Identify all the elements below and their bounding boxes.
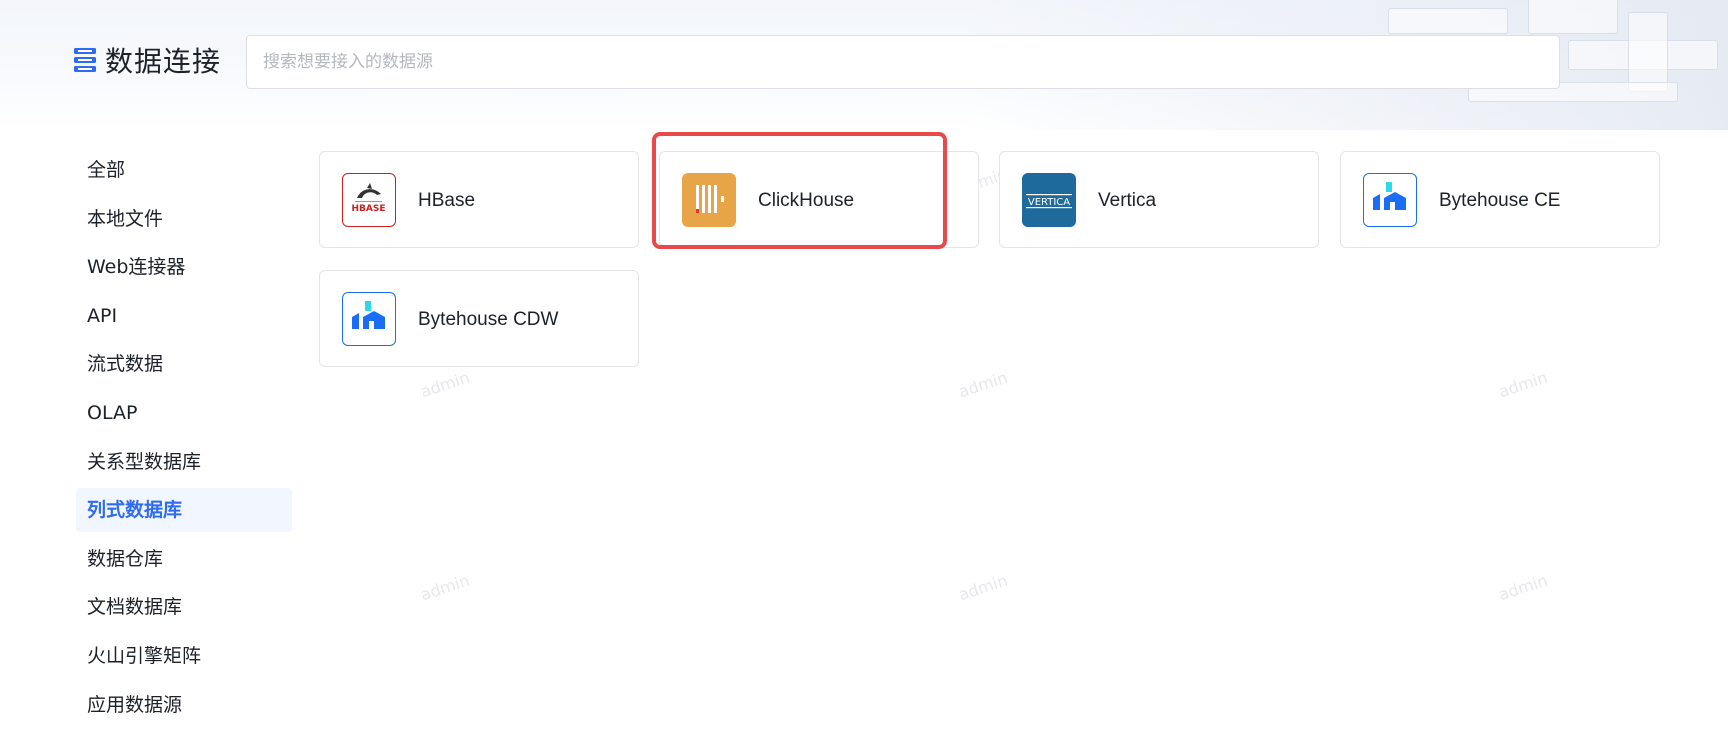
card-label: HBase xyxy=(418,190,476,211)
data-connection-logo-icon xyxy=(74,48,96,72)
sidebar-item-relational-db[interactable]: 关系型数据库 xyxy=(76,440,292,484)
datasource-card-bytehouse-cdw[interactable]: Bytehouse CDW xyxy=(319,270,639,367)
watermark: admin xyxy=(1496,570,1550,605)
sidebar-item-api[interactable]: API xyxy=(76,294,292,338)
datasource-card-clickhouse[interactable]: ClickHouse xyxy=(659,151,979,248)
watermark: admin xyxy=(418,367,472,402)
datasource-card-bytehouse-ce[interactable]: Bytehouse CE xyxy=(1340,151,1660,248)
category-sidebar: 全部 本地文件 Web连接器 API 流式数据 OLAP 关系型数据库 列式数据… xyxy=(76,148,292,731)
card-label: ClickHouse xyxy=(758,190,855,211)
sidebar-item-document-db[interactable]: 文档数据库 xyxy=(76,585,292,629)
card-label: Bytehouse CE xyxy=(1439,190,1561,211)
page-title: 数据连接 xyxy=(105,45,222,78)
sidebar-item-olap[interactable]: OLAP xyxy=(76,391,292,435)
sidebar-item-volcengine-matrix[interactable]: 火山引擎矩阵 xyxy=(76,634,292,678)
sidebar-item-streaming-data[interactable]: 流式数据 xyxy=(76,342,292,386)
sidebar-item-local-files[interactable]: 本地文件 xyxy=(76,197,292,241)
clickhouse-logo-icon xyxy=(682,173,736,227)
hbase-logo-icon: HBASE xyxy=(342,173,396,227)
datasource-card-vertica[interactable]: VERTICA Vertica xyxy=(999,151,1319,248)
sidebar-item-all[interactable]: 全部 xyxy=(76,148,292,192)
vertica-logo-icon: VERTICA xyxy=(1022,173,1076,227)
card-label: Vertica xyxy=(1098,190,1157,211)
bytehouse-logo-icon xyxy=(1363,173,1417,227)
svg-text:HBASE: HBASE xyxy=(352,204,386,214)
search-input[interactable] xyxy=(246,35,1560,89)
watermark: admin xyxy=(418,570,472,605)
datasource-card-hbase[interactable]: HBASE HBase xyxy=(319,151,639,248)
card-label: Bytehouse CDW xyxy=(418,309,559,330)
sidebar-item-data-warehouse[interactable]: 数据仓库 xyxy=(76,537,292,581)
watermark: admin xyxy=(1496,367,1550,402)
sidebar-item-web-connector[interactable]: Web连接器 xyxy=(76,245,292,289)
sidebar-item-columnar-db[interactable]: 列式数据库 xyxy=(76,488,292,533)
watermark: admin xyxy=(956,367,1010,402)
sidebar-item-app-data-source[interactable]: 应用数据源 xyxy=(76,683,292,727)
svg-text:VERTICA: VERTICA xyxy=(1028,197,1070,208)
bytehouse-logo-icon xyxy=(342,292,396,346)
watermark: admin xyxy=(956,570,1010,605)
